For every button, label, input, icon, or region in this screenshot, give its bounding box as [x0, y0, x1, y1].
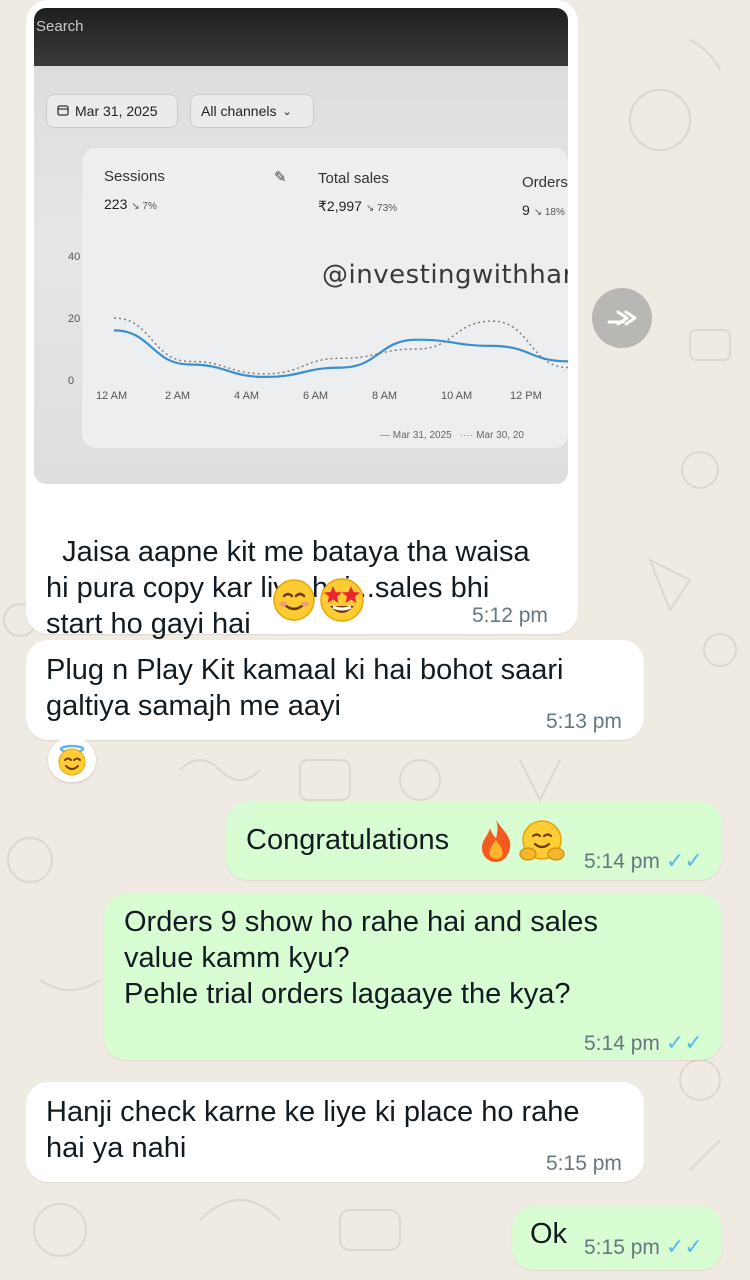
double-check-icon: ✓✓ [665, 848, 703, 873]
message-3-text: Congratulations [246, 824, 450, 856]
x-tick-label: 6 AM [303, 390, 328, 402]
message-3-time: 5:14 pm ✓✓ [584, 848, 703, 873]
smiling-face-with-halo-icon [58, 744, 86, 776]
series-line-1 [113, 329, 568, 379]
message-reaction[interactable] [48, 738, 96, 782]
double-check-icon: ✓✓ [665, 1234, 703, 1259]
legend-series-1: Mar 31, 2025 [392, 430, 452, 441]
forward-icon [607, 310, 637, 326]
message-2-text: Plug n Play Kit kamaal ki hai bohot saar… [46, 654, 564, 722]
message-4-time: 5:14 pm ✓✓ [584, 1030, 703, 1055]
double-check-icon: ✓✓ [665, 1030, 703, 1055]
x-tick-label: 10 AM [441, 390, 472, 402]
y-tick-label: 40 [68, 251, 80, 263]
message-6-time: 5:15 pm ✓✓ [584, 1234, 703, 1259]
x-tick-label: 12 PM [510, 390, 542, 402]
star-struck-emoji [318, 576, 366, 629]
message-5-text: Hanji check karne ke liye ki place ho ra… [46, 1096, 580, 1164]
x-tick-label: 12 AM [96, 390, 127, 402]
message-2-time: 5:13 pm [546, 710, 622, 733]
watermark-text: @investingwithharsh [322, 260, 568, 290]
message-1-time: 5:12 pm [472, 604, 548, 627]
fire-emoji [476, 818, 516, 869]
message-4-text: Orders 9 show ho rahe hai and sales valu… [124, 906, 598, 1010]
sessions-line-chart: 40 20 0 12 AM 2 AM 4 AM 6 AM 8 AM 10 AM 12 PM [68, 251, 568, 402]
message-5-time: 5:15 pm [546, 1152, 622, 1175]
y-tick-label: 0 [68, 375, 74, 387]
legend-dotted-swatch: ···· [460, 430, 474, 441]
shared-photo[interactable]: Search Mar 31, 2025 All channels ⌄ Sessi… [34, 8, 568, 484]
message-6-text: Ok [530, 1218, 568, 1250]
y-tick-label: 20 [68, 313, 80, 325]
hugging-face-emoji [518, 818, 566, 871]
forward-button[interactable] [592, 288, 652, 348]
chart-legend: — Mar 31, 2025 ···· Mar 30, 20 [380, 430, 524, 441]
legend-solid-swatch: — [380, 430, 390, 441]
legend-series-2: Mar 30, 20 [476, 430, 524, 441]
x-tick-label: 4 AM [234, 390, 259, 402]
smiling-face-emoji [272, 578, 316, 627]
x-tick-label: 2 AM [165, 390, 190, 402]
x-tick-label: 8 AM [372, 390, 397, 402]
